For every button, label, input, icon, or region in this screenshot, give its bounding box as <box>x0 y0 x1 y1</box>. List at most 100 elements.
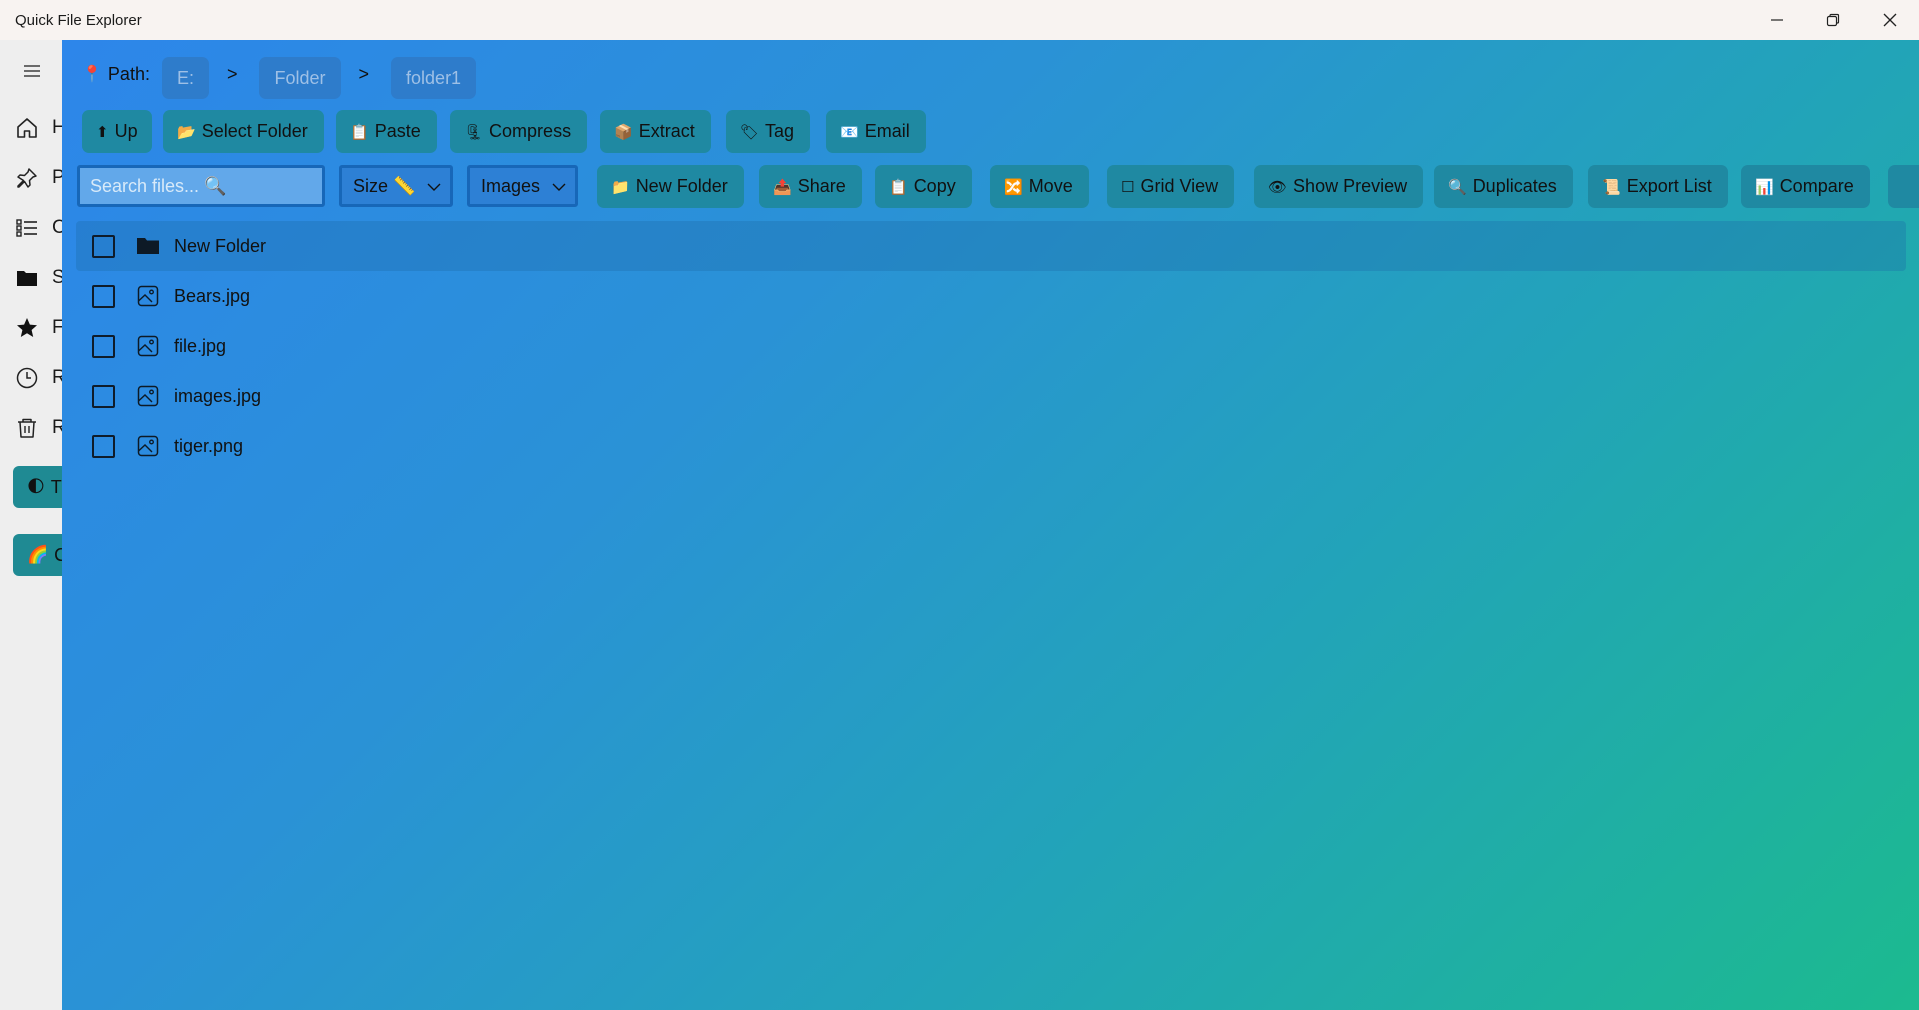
breadcrumb-item-folder[interactable]: Folder <box>259 57 341 99</box>
trash-icon <box>14 415 40 441</box>
new-folder-button[interactable]: 📁 New Folder <box>597 165 744 208</box>
email-icon: 📧 <box>840 123 859 141</box>
scroll-icon: 📜 <box>1602 178 1621 196</box>
restore-icon <box>1826 13 1840 27</box>
compare-button[interactable]: 📊 Compare <box>1741 165 1870 208</box>
bar-chart-icon: 📊 <box>1755 178 1774 196</box>
extract-button[interactable]: 📦 Extract <box>600 110 711 153</box>
restore-button[interactable] <box>1805 0 1861 40</box>
file-name: Bears.jpg <box>174 285 251 306</box>
nav-item-folder[interactable]: S <box>14 258 62 298</box>
image-icon <box>136 284 160 308</box>
select-checkbox[interactable] <box>92 284 115 308</box>
export-list-button[interactable]: 📜 Export List <box>1588 165 1728 208</box>
grid-view-button[interactable]: ☐ Grid View <box>1107 165 1235 208</box>
eye-icon: 👁 <box>1268 178 1288 196</box>
open-folder-icon: 📂 <box>177 123 196 141</box>
image-icon <box>136 334 160 358</box>
nav-item-label: R <box>52 367 62 388</box>
color-theme-button[interactable]: 🌈 C <box>13 534 62 576</box>
main-content: 📍 Path: E: > Folder > folder1 ⬆ Up 📂 Sel… <box>62 40 1919 1010</box>
breadcrumb-separator: > <box>226 63 238 84</box>
search-input[interactable]: Search files... 🔍 <box>77 165 325 207</box>
sort-dropdown[interactable]: Size 📏 <box>339 165 453 207</box>
nav-item-label: H <box>52 117 62 138</box>
nav-item-label: R <box>52 417 62 438</box>
tag-button[interactable]: 🏷 Tag <box>726 110 811 153</box>
nav-item-favorites[interactable]: F <box>14 308 62 348</box>
breadcrumb-item-folder1[interactable]: folder1 <box>391 57 477 99</box>
clipboard-icon: 📋 <box>889 178 908 196</box>
chevron-down-icon <box>427 183 441 191</box>
nav-item-home[interactable]: H <box>14 108 62 148</box>
star-icon <box>14 315 40 341</box>
search-placeholder: Search files... 🔍 <box>90 175 227 196</box>
file-name: New Folder <box>174 235 267 256</box>
file-list: New Folder Bears.jpg file.jpg images.jpg… <box>76 221 1906 471</box>
filter-dropdown[interactable]: Images <box>467 165 578 207</box>
image-icon <box>136 384 160 408</box>
overflow-button[interactable] <box>1888 165 1919 208</box>
list-item[interactable]: images.jpg <box>76 371 1906 421</box>
theme-toggle-button[interactable]: 🌓 T <box>13 466 62 508</box>
select-checkbox[interactable] <box>92 384 115 408</box>
nav-item-label: C <box>52 217 62 238</box>
title-bar: Quick File Explorer <box>0 0 1919 40</box>
list-item[interactable]: Bears.jpg <box>76 271 1906 321</box>
share-icon: 📤 <box>773 178 792 196</box>
move-button[interactable]: 🔀 Move <box>990 165 1089 208</box>
select-checkbox[interactable] <box>92 334 115 358</box>
show-preview-button[interactable]: 👁 Show Preview <box>1254 165 1424 208</box>
nav-item-recycle[interactable]: R <box>14 408 62 448</box>
compression-icon: 🗜 <box>464 123 484 141</box>
breadcrumb-separator: > <box>358 63 370 84</box>
list-item[interactable]: file.jpg <box>76 321 1906 371</box>
clipboard-icon: 📋 <box>350 123 369 141</box>
folder-icon <box>136 234 160 258</box>
home-icon <box>14 115 40 141</box>
nav-item-recent[interactable]: R <box>14 358 62 398</box>
image-icon <box>136 434 160 458</box>
left-nav-pane: H P C S F R R 🌓 T 🌈 C <box>0 40 62 1010</box>
breadcrumb-item-drive[interactable]: E: <box>161 57 209 99</box>
tag-icon: 🏷 <box>740 123 760 141</box>
magnifier-icon: 🔍 <box>1448 178 1467 196</box>
paste-button[interactable]: 📋 Paste <box>336 110 437 153</box>
up-button[interactable]: ⬆ Up <box>82 110 152 153</box>
file-name: tiger.png <box>174 435 244 456</box>
nav-item-label: F <box>52 317 62 338</box>
folder-icon <box>14 265 40 291</box>
filter-value: Images <box>481 175 541 196</box>
minimize-button[interactable] <box>1749 0 1805 40</box>
list-item[interactable]: tiger.png <box>76 421 1906 471</box>
nav-item-label: S <box>52 267 62 288</box>
rainbow-icon: 🌈 <box>27 545 49 564</box>
copy-button[interactable]: 📋 Copy <box>875 165 972 208</box>
list-item[interactable]: New Folder <box>76 221 1906 271</box>
pushpin-icon: 📍 <box>82 66 102 83</box>
select-checkbox[interactable] <box>92 234 115 258</box>
list-icon <box>14 215 40 241</box>
share-button[interactable]: 📤 Share <box>759 165 862 208</box>
checkbox-icon: ☐ <box>1121 178 1135 196</box>
pin-icon <box>14 165 40 191</box>
breadcrumb: 📍 Path: E: > Folder > folder1 <box>82 54 477 99</box>
half-moon-icon: 🌓 <box>27 477 45 496</box>
duplicates-button[interactable]: 🔍 Duplicates <box>1434 165 1573 208</box>
up-arrow-icon: ⬆ <box>96 123 109 141</box>
nav-item-pinned[interactable]: P <box>14 158 62 198</box>
file-name: images.jpg <box>174 385 262 406</box>
email-button[interactable]: 📧 Email <box>826 110 926 153</box>
select-folder-button[interactable]: 📂 Select Folder <box>163 110 324 153</box>
clock-icon <box>14 365 40 391</box>
nav-item-list[interactable]: C <box>14 208 62 248</box>
path-label: 📍 Path: <box>82 63 150 84</box>
chevron-down-icon <box>552 183 566 191</box>
close-icon <box>1883 13 1897 27</box>
select-checkbox[interactable] <box>92 434 115 458</box>
window-title: Quick File Explorer <box>15 12 142 29</box>
sort-value: Size 📏 <box>353 175 416 196</box>
compress-button[interactable]: 🗜 Compress <box>450 110 588 153</box>
hamburger-menu-icon[interactable] <box>22 64 42 78</box>
close-button[interactable] <box>1862 0 1918 40</box>
